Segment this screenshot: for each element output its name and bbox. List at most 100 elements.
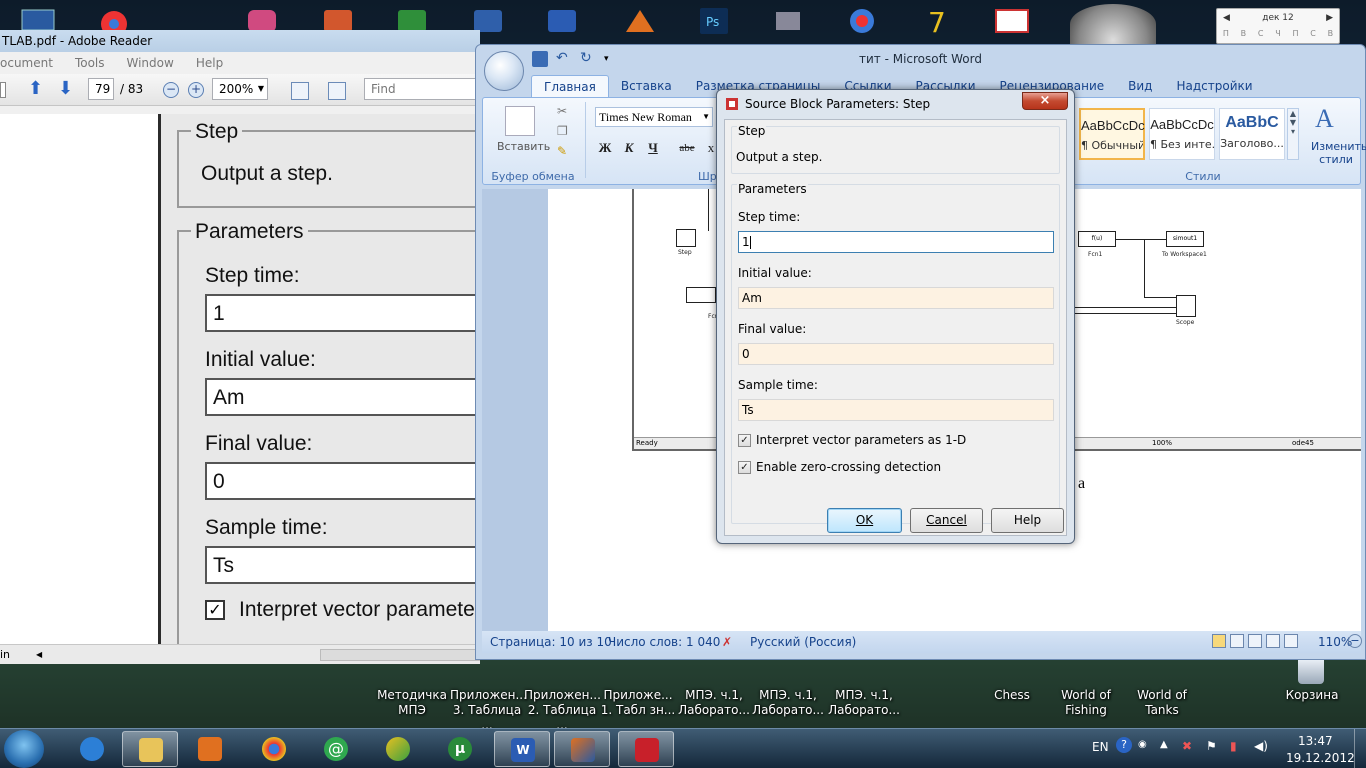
desktop-icon-app-grey[interactable]	[768, 6, 808, 36]
reader-menu-document[interactable]: ocument	[0, 52, 53, 74]
show-hidden-icons-icon[interactable]: ▲	[1160, 739, 1168, 750]
tab-view[interactable]: Вид	[1116, 75, 1164, 97]
bold-button[interactable]: Ж	[595, 138, 615, 158]
prev-page-arrow-icon[interactable]: ⬆	[28, 80, 48, 100]
taskbar-app-colorful[interactable]	[370, 731, 426, 767]
shortcut-prilozhenie-3[interactable]: Приложен... 3. Таблица ...	[450, 688, 527, 733]
italic-button[interactable]: К	[619, 138, 639, 158]
seven-zip-desktop-icon[interactable]: 7	[918, 6, 958, 39]
paste-button[interactable]: Вставить	[497, 140, 550, 153]
interpret-vector-checkbox[interactable]: ✓	[738, 434, 751, 447]
next-page-arrow-icon[interactable]: ⬇	[58, 80, 78, 100]
shortcut-chess[interactable]: Chess	[976, 688, 1048, 703]
cut-icon[interactable]: ✂	[557, 104, 567, 118]
desktop-icon-app-colorful[interactable]	[842, 6, 882, 36]
style-no-spacing[interactable]: AaBbCcDc ¶ Без инте...	[1149, 108, 1215, 160]
fit-width-icon[interactable]	[328, 82, 346, 100]
sample-time-input[interactable]: Ts	[738, 399, 1054, 421]
paste-icon[interactable]	[505, 106, 535, 136]
show-desktop-button[interactable]	[1354, 729, 1366, 768]
shortcut-world-of-tanks[interactable]: World of Tanks	[1126, 688, 1198, 718]
shortcut-prilozhenie-1[interactable]: Приложе... 1. Табл зн...	[600, 688, 676, 718]
clock-time[interactable]: 13:47	[1298, 734, 1333, 748]
outline-icon[interactable]	[1266, 634, 1280, 648]
taskbar-mail-agent[interactable]: @	[308, 731, 364, 767]
next-month-arrow-icon[interactable]: ▶	[1326, 13, 1333, 23]
signal-icon[interactable]: ▮	[1230, 739, 1237, 753]
taskbar-chrome[interactable]	[246, 731, 302, 767]
page-icon[interactable]	[0, 82, 6, 98]
shortcut-metodichka[interactable]: Методичка МПЭ	[376, 688, 448, 718]
taskbar-utorrent[interactable]: µ	[432, 731, 488, 767]
underline-button[interactable]: Ч	[643, 138, 663, 158]
zoom-select[interactable]: 200% ▼	[212, 78, 268, 100]
step-time-input[interactable]: 1	[738, 231, 1054, 253]
shortcut-prilozhenie-2[interactable]: Приложен... 2. Таблица ...	[524, 688, 601, 733]
style-heading[interactable]: AaBbC Заголово...	[1219, 108, 1285, 160]
shortcut-mpe-3[interactable]: МПЭ. ч.1, Лаборато...	[826, 688, 902, 718]
reader-menu-tools[interactable]: Tools	[75, 52, 105, 74]
page-number-input[interactable]: 79	[88, 78, 114, 100]
copy-icon[interactable]: ❐	[557, 124, 568, 138]
recycle-bin-icon[interactable]	[1298, 660, 1324, 684]
font-name-select[interactable]: Times New Roman ▼	[595, 107, 713, 127]
horizontal-scrollbar[interactable]	[320, 649, 480, 661]
initial-value-input[interactable]: Am	[738, 287, 1054, 309]
tray-icon-1[interactable]: ◉	[1138, 739, 1147, 750]
change-styles-button[interactable]: Изменить стили	[1311, 140, 1366, 166]
close-button[interactable]: ×	[1022, 92, 1068, 110]
web-layout-icon[interactable]	[1248, 634, 1262, 648]
status-page[interactable]: Страница: 10 из 10	[490, 631, 612, 653]
zoom-in-icon[interactable]: +	[188, 82, 204, 98]
customize-qat-icon[interactable]: ▾	[604, 51, 620, 67]
styles-scroll-icon[interactable]: ▲ ▼ ▾	[1287, 108, 1299, 160]
fit-page-icon[interactable]	[291, 82, 309, 100]
desktop-icon-app-red[interactable]	[992, 6, 1032, 36]
zoom-out-icon[interactable]: −	[1348, 634, 1362, 648]
ok-button[interactable]: OK	[827, 508, 902, 533]
shortcut-mpe-2[interactable]: МПЭ. ч.1, Лаборато...	[750, 688, 826, 718]
reading-layout-icon[interactable]	[1230, 634, 1244, 648]
proofing-icon[interactable]: ✗	[722, 631, 732, 653]
prev-month-arrow-icon[interactable]: ◀	[1223, 13, 1230, 23]
final-value-input[interactable]: 0	[738, 343, 1054, 365]
taskbar-media-player[interactable]	[182, 731, 238, 767]
zero-crossing-checkbox[interactable]: ✓	[738, 461, 751, 474]
help-tray-icon[interactable]: ?	[1116, 737, 1132, 753]
shortcut-mpe-1[interactable]: МПЭ. ч.1, Лаборато...	[676, 688, 752, 718]
reader-menu-help[interactable]: Help	[196, 52, 223, 74]
tab-home[interactable]: Главная	[531, 75, 609, 97]
change-styles-icon[interactable]: A	[1315, 104, 1334, 134]
volume-icon[interactable]: ◀)	[1254, 739, 1268, 753]
tab-addins[interactable]: Надстройки	[1164, 75, 1264, 97]
office-button[interactable]	[484, 51, 524, 91]
start-button[interactable]	[4, 730, 44, 768]
taskbar-ie[interactable]	[64, 731, 120, 767]
taskbar-matlab[interactable]	[554, 731, 610, 767]
zoom-out-icon[interactable]: −	[163, 82, 179, 98]
taskbar-explorer[interactable]	[122, 731, 178, 767]
taskbar-adobe-reader[interactable]	[618, 731, 674, 767]
help-button[interactable]: Help	[991, 508, 1064, 533]
style-normal[interactable]: AaBbCcDc ¶ Обычный	[1079, 108, 1145, 160]
undo-icon[interactable]: ↶	[556, 51, 572, 67]
save-icon[interactable]	[532, 51, 548, 67]
draft-icon[interactable]	[1284, 634, 1298, 648]
status-language[interactable]: Русский (Россия)	[750, 631, 856, 653]
status-word-count[interactable]: Число слов: 1 040	[608, 631, 720, 653]
print-layout-icon[interactable]	[1212, 634, 1226, 648]
format-painter-icon[interactable]: ✎	[557, 144, 567, 158]
scroll-left-arrow-icon[interactable]: ◀	[36, 645, 42, 665]
tab-insert[interactable]: Вставка	[609, 75, 684, 97]
taskbar-word[interactable]: W	[494, 731, 550, 767]
clock-date[interactable]: 19.12.2012	[1286, 751, 1355, 765]
redo-icon[interactable]: ↻	[580, 51, 596, 67]
word-desktop-icon[interactable]	[542, 6, 582, 36]
shortcut-recycle-bin[interactable]: Корзина	[1276, 688, 1348, 703]
strikethrough-button[interactable]: abe	[675, 138, 699, 158]
shortcut-world-of-fishing[interactable]: World of Fishing	[1050, 688, 1122, 718]
language-indicator[interactable]: EN	[1092, 740, 1109, 754]
action-center-icon[interactable]: ⚑	[1206, 739, 1217, 753]
cancel-button[interactable]: Cancel	[910, 508, 983, 533]
photoshop-desktop-icon[interactable]: Ps	[694, 6, 734, 36]
